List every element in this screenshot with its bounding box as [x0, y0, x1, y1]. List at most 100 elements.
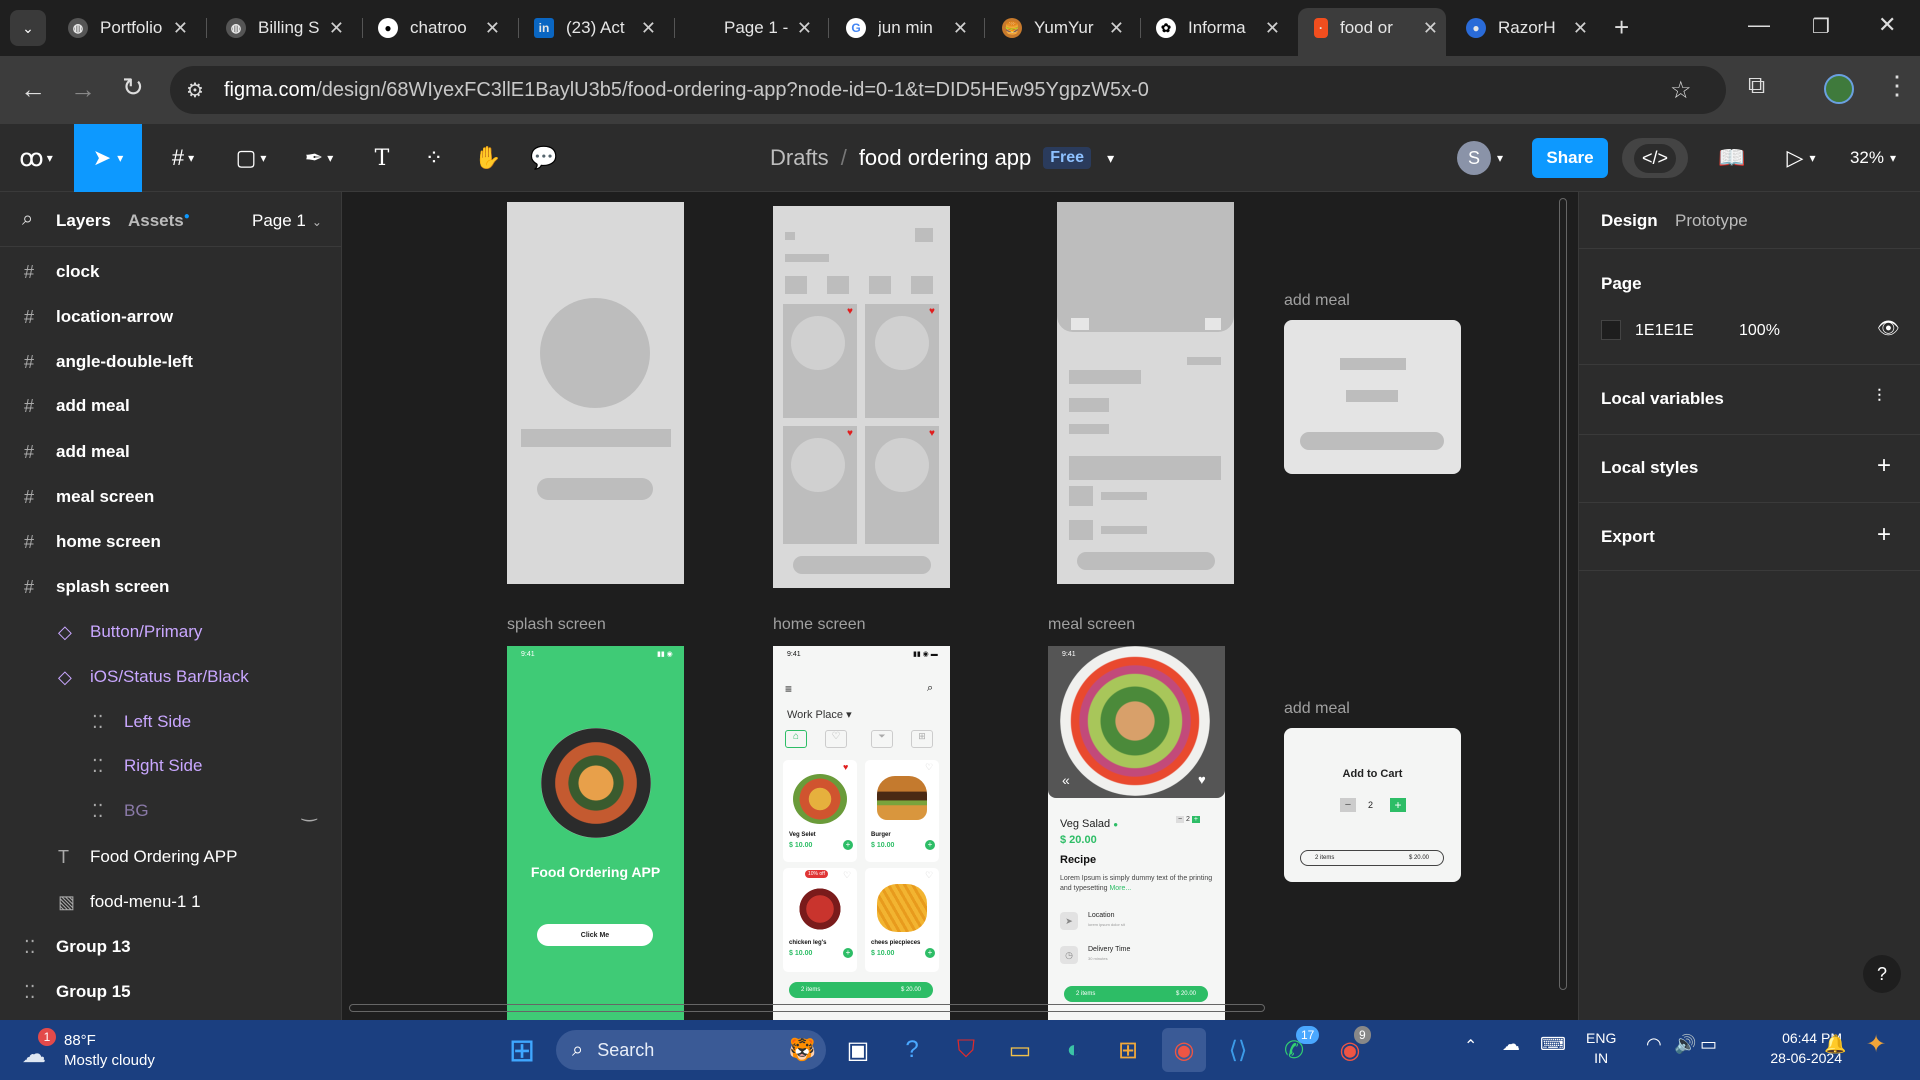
add-icon[interactable]: + [843, 840, 853, 850]
library-book-icon[interactable]: 📖 [1710, 124, 1754, 192]
microsoft-store-icon[interactable]: ⊞ [1106, 1028, 1150, 1072]
click-me-button[interactable]: Click Me [537, 924, 653, 946]
tab-prototype[interactable]: Prototype [1675, 211, 1748, 231]
bookmark-star-icon[interactable]: ☆ [1670, 76, 1692, 105]
frame-label-home[interactable]: home screen [773, 616, 866, 634]
share-button[interactable]: Share [1532, 138, 1608, 178]
local-variables-heading[interactable]: Local variables [1601, 389, 1724, 409]
layer-row[interactable]: ◇ Button/Primary [0, 612, 341, 652]
layer-row[interactable]: ▧ food-menu-1 1 [0, 882, 341, 922]
layer-row[interactable]: # meal screen [0, 477, 341, 517]
keyboard-icon[interactable]: ⌨ [1540, 1034, 1566, 1055]
add-meal-frame[interactable]: Add to Cart − 2 + 2 items $ 20.00 [1284, 728, 1461, 882]
tray-chevron-up-icon[interactable]: ⌃ [1464, 1036, 1477, 1056]
weather-widget[interactable]: ☁ 1 88°F Mostly cloudy [18, 1028, 178, 1072]
food-card[interactable]: 10% off ♡ chicken leg's $ 10.00 + [783, 868, 857, 972]
help-app-icon[interactable]: ? [890, 1028, 934, 1072]
close-icon[interactable]: ✕ [329, 18, 344, 39]
zoom-menu[interactable]: 32% ▾ [1838, 124, 1908, 192]
heart-icon[interactable]: ♡ [843, 870, 851, 881]
location-label[interactable]: Work Place ▾ [787, 708, 852, 721]
breadcrumb-drafts[interactable]: Drafts [770, 145, 829, 171]
minimize-button[interactable]: — [1748, 12, 1770, 38]
chevron-down-icon[interactable]: ▾ [1107, 150, 1114, 167]
heart-icon[interactable]: ♡ [925, 762, 933, 773]
layer-row[interactable]: ⁚⁚ Group 15 [0, 972, 341, 1012]
hamburger-menu-icon[interactable]: ≡ [785, 682, 792, 696]
browser-tab[interactable]: ◍ Portfolio ✕ [68, 8, 188, 48]
search-icon[interactable]: ⌕ [22, 208, 33, 231]
back-double-angle-icon[interactable]: « [1062, 772, 1070, 788]
frame-label-splash[interactable]: splash screen [507, 616, 606, 634]
taskbar-search[interactable]: ⌕ Search 🐯 [556, 1030, 826, 1070]
onedrive-icon[interactable]: ☁ [1502, 1034, 1520, 1055]
close-icon[interactable]: ✕ [641, 18, 656, 39]
food-card[interactable]: ♡ chees piecpieces $ 10.00 + [865, 868, 939, 972]
shape-tool[interactable]: ▢ ▾ [226, 124, 276, 192]
browser-tab[interactable]: Page 1 - ✕ [692, 8, 812, 48]
close-window-button[interactable]: ✕ [1878, 12, 1896, 38]
browser-tab[interactable]: ◍ Billing S ✕ [226, 8, 344, 48]
url-text[interactable]: figma.com/design/68WIyexFC3llE1BaylU3b5/… [224, 79, 1149, 102]
file-explorer-icon[interactable]: ▭ [998, 1028, 1042, 1072]
layer-row[interactable]: ⁚⁚ Group 13 [0, 927, 341, 967]
frame-label-add-meal[interactable]: add meal [1284, 700, 1350, 718]
layer-row[interactable]: # home screen [0, 522, 341, 562]
eye-icon[interactable]: 👁 [1877, 318, 1900, 339]
omnibox[interactable]: ⚙ figma.com/design/68WIyexFC3llE1BaylU3b… [170, 66, 1726, 114]
browser-tab[interactable]: ✿ Informa ✕ [1156, 8, 1280, 48]
battery-icon[interactable]: ▭ [1700, 1034, 1717, 1055]
hand-tool[interactable]: ✋ [466, 124, 510, 192]
browser-tab-active[interactable]: · food or ✕ [1314, 8, 1438, 48]
frame-label-meal[interactable]: meal screen [1048, 616, 1135, 634]
hidden-eye-icon[interactable]: ‿ [302, 801, 316, 822]
browser-tab[interactable]: ● RazorH ✕ [1466, 8, 1588, 48]
resources-tool[interactable]: ⁘ [412, 124, 456, 192]
variables-icon[interactable]: ⫶ [1877, 386, 1882, 407]
layer-row[interactable]: ⁚⁚ Right Side [0, 746, 341, 786]
close-icon[interactable]: ✕ [173, 18, 188, 39]
notification-bell-icon[interactable]: 🔔 [1824, 1034, 1846, 1055]
add-icon[interactable]: + [925, 840, 935, 850]
task-view-icon[interactable]: ▣ [836, 1028, 880, 1072]
page-selector[interactable]: Page 1 ⌄ [252, 211, 322, 231]
text-tool[interactable]: T [360, 124, 404, 192]
profile-avatar[interactable] [1824, 74, 1854, 104]
layer-row[interactable]: ⁚⁚ BG ‿ [0, 791, 341, 831]
food-card[interactable]: ♥ Veg Selet $ 10.00 + [783, 760, 857, 862]
tab-layers[interactable]: Layers [56, 211, 111, 231]
close-icon[interactable]: ✕ [485, 18, 500, 39]
site-info-icon[interactable]: ⚙ [186, 78, 204, 103]
move-tool[interactable]: ➤ ▾ [74, 124, 142, 192]
layer-row[interactable]: # add meal [0, 432, 341, 472]
copilot-icon[interactable]: ✦ [1866, 1030, 1886, 1059]
more-link[interactable]: More... [1109, 885, 1131, 892]
frame-tool[interactable]: # ▾ [158, 124, 208, 192]
forward-arrow-icon[interactable]: → [70, 74, 96, 105]
page-opacity-value[interactable]: 100% [1739, 322, 1780, 340]
food-card[interactable]: ♡ Burger $ 10.00 + [865, 760, 939, 862]
chrome-taskbar-icon[interactable]: ◉ [1162, 1028, 1206, 1072]
edge-icon[interactable]: ◐ [1052, 1028, 1096, 1072]
browser-tab[interactable]: in (23) Act ✕ [534, 8, 656, 48]
horizontal-scrollbar[interactable] [349, 1004, 1265, 1012]
avatar[interactable]: S ▾ [1452, 124, 1508, 192]
export-heading[interactable]: Export [1601, 527, 1655, 547]
restore-button[interactable]: ❐ [1812, 14, 1830, 39]
layer-row[interactable]: # angle-double-left [0, 342, 341, 382]
present-play-button[interactable]: ▷ ▾ [1776, 124, 1826, 192]
file-name[interactable]: food ordering app [859, 145, 1031, 171]
qty-stepper[interactable]: − 2 + [1176, 816, 1200, 823]
favorite-heart-icon[interactable]: ♥ [1198, 772, 1206, 787]
wireframe-meal[interactable] [1057, 202, 1234, 584]
layer-row[interactable]: # clock [0, 252, 341, 292]
volume-icon[interactable]: 🔊 [1674, 1034, 1696, 1055]
layer-row[interactable]: # location-arrow [0, 297, 341, 337]
page-color-value[interactable]: 1E1E1E [1635, 322, 1694, 340]
add-icon[interactable]: + [925, 948, 935, 958]
layer-row[interactable]: # splash screen [0, 567, 341, 607]
funnel-filter-icon[interactable]: ⏷ [871, 730, 893, 748]
chrome-menu-icon[interactable]: ⋮ [1884, 70, 1910, 101]
layer-row[interactable]: ⁚⁚ Left Side [0, 702, 341, 742]
layer-row[interactable]: ◇ iOS/Status Bar/Black [0, 657, 341, 697]
